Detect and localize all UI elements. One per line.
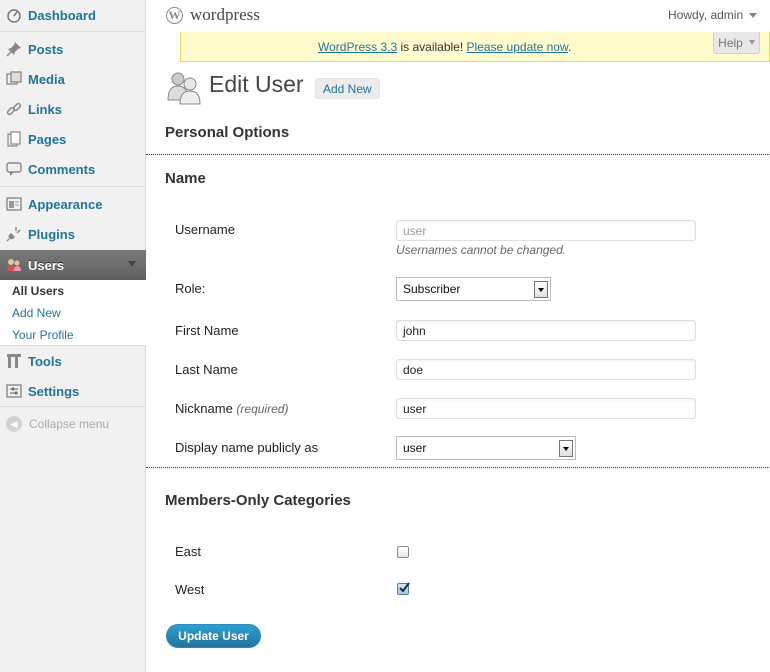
pages-icon <box>6 131 22 147</box>
menu-separator <box>0 186 146 187</box>
update-nag-text: WordPress 3.3 is available! Please updat… <box>318 40 571 54</box>
menu-item-tools[interactable]: Tools <box>0 346 146 376</box>
menu-label-dashboard: Dashboard <box>28 7 96 23</box>
submenu-all-users[interactable]: All Users <box>12 284 64 298</box>
role-label: Role: <box>175 281 206 296</box>
submenu-add-new[interactable]: Add New <box>12 306 61 320</box>
collapse-arrow-icon: ◀ <box>6 416 22 432</box>
category-checkbox-east[interactable] <box>397 546 409 558</box>
help-tab[interactable]: Help <box>713 32 760 54</box>
last-name-label: Last Name <box>175 362 238 377</box>
section-heading-name: Name <box>165 170 206 187</box>
display-name-label: Display name publicly as <box>175 440 319 455</box>
first-name-label: First Name <box>175 323 239 338</box>
appearance-icon <box>6 196 22 212</box>
section-heading-personal-options: Personal Options <box>165 124 290 141</box>
category-checkbox-west[interactable] <box>397 582 410 595</box>
users-icon <box>6 257 22 273</box>
username-label: Username <box>175 222 235 237</box>
site-name[interactable]: wordpress <box>190 5 260 25</box>
menu-item-links[interactable]: Links <box>0 94 146 124</box>
menu-label-tools: Tools <box>28 353 62 369</box>
menu-separator <box>0 406 146 407</box>
dashboard-icon <box>6 7 22 23</box>
nickname-input[interactable]: user <box>396 398 696 419</box>
section-divider <box>146 154 770 155</box>
section-divider <box>146 467 770 468</box>
menu-item-posts[interactable]: Posts <box>0 34 146 64</box>
menu-item-pages[interactable]: Pages <box>0 124 146 154</box>
help-label: Help <box>718 35 743 50</box>
submenu-your-profile[interactable]: Your Profile <box>12 328 74 342</box>
menu-label-links: Links <box>28 101 62 117</box>
update-user-button[interactable]: Update User <box>166 624 261 648</box>
menu-label-media: Media <box>28 71 65 87</box>
required-note: (required) <box>236 402 289 416</box>
chevron-down-icon <box>128 261 136 267</box>
menu-label-plugins: Plugins <box>28 226 75 242</box>
update-nag: WordPress 3.3 is available! Please updat… <box>180 32 770 62</box>
menu-item-appearance[interactable]: Appearance <box>0 189 146 219</box>
collapse-menu-label: Collapse menu <box>29 417 110 431</box>
collapse-menu-button[interactable]: ◀ Collapse menu <box>6 416 109 432</box>
settings-icon <box>6 383 22 399</box>
update-now-link[interactable]: Please update now <box>467 40 568 54</box>
chevron-down-icon <box>749 12 758 18</box>
first-name-input[interactable]: john <box>396 320 696 341</box>
dropdown-arrow-icon <box>559 440 573 457</box>
role-select[interactable]: Subscriber <box>396 277 551 301</box>
tools-icon <box>6 353 22 369</box>
last-name-input[interactable]: doe <box>396 359 696 380</box>
menu-item-plugins[interactable]: Plugins <box>0 219 146 249</box>
add-new-button[interactable]: Add New <box>315 78 380 99</box>
category-label-east: East <box>175 544 202 559</box>
link-icon <box>6 101 22 117</box>
admin-sidebar: Dashboard Posts Media Links Pages Commen… <box>0 0 146 672</box>
nickname-label: Nickname (required) <box>175 401 288 416</box>
menu-item-settings[interactable]: Settings <box>0 376 146 406</box>
plug-icon <box>6 226 22 242</box>
menu-label-users: Users <box>28 257 65 273</box>
users-submenu: All Users Add New Your Profile <box>0 280 146 346</box>
version-link[interactable]: WordPress 3.3 <box>318 40 397 54</box>
menu-item-media[interactable]: Media <box>0 64 146 94</box>
menu-item-users[interactable]: Users <box>0 250 146 280</box>
menu-item-comments[interactable]: Comments <box>0 154 146 184</box>
checkmark-icon <box>399 582 410 593</box>
pushpin-icon <box>6 41 22 57</box>
username-input[interactable]: user <box>396 220 696 241</box>
dropdown-arrow-icon <box>534 281 548 298</box>
nickname-label-text: Nickname <box>175 401 233 416</box>
nag-middle: is available! <box>397 40 467 54</box>
page-title: Edit User <box>209 71 304 97</box>
category-label-west: West <box>175 582 205 597</box>
howdy-text: Howdy, admin <box>668 8 744 22</box>
users-page-icon <box>167 72 201 105</box>
menu-label-settings: Settings <box>28 383 80 399</box>
nag-end: . <box>567 40 572 54</box>
chevron-down-icon <box>748 40 755 45</box>
menu-label-appearance: Appearance <box>28 196 103 212</box>
menu-label-pages: Pages <box>28 131 67 147</box>
account-menu[interactable]: Howdy, admin <box>668 8 758 22</box>
display-name-select-value: user <box>403 441 427 455</box>
display-name-select[interactable]: user <box>396 436 576 460</box>
section-heading-members-only: Members-Only Categories <box>165 492 351 509</box>
wordpress-logo-icon[interactable]: W <box>166 7 183 24</box>
media-icon <box>6 71 22 87</box>
menu-label-posts: Posts <box>28 41 64 57</box>
username-description: Usernames cannot be changed. <box>396 243 567 257</box>
menu-separator <box>0 31 146 32</box>
comment-icon <box>6 161 22 177</box>
menu-label-comments: Comments <box>28 161 96 177</box>
menu-item-dashboard[interactable]: Dashboard <box>0 0 146 30</box>
role-select-value: Subscriber <box>403 282 461 296</box>
